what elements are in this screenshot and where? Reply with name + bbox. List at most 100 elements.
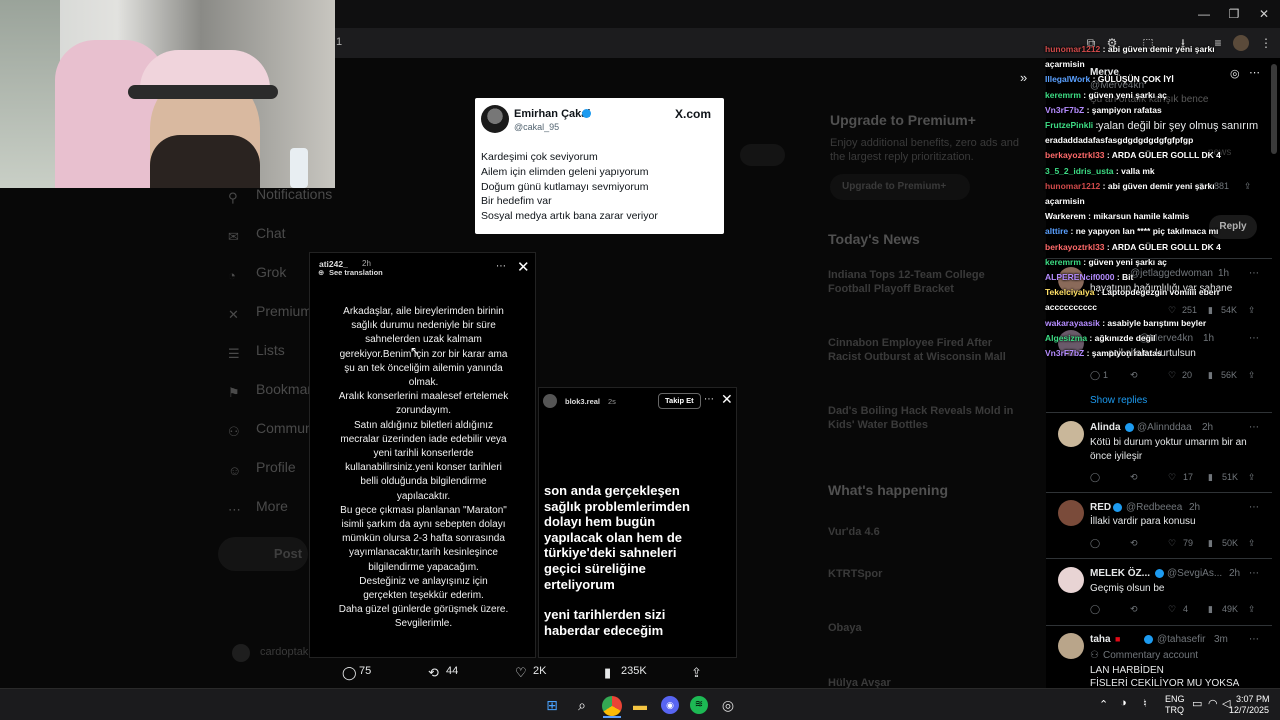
avatar[interactable] [1058, 633, 1084, 659]
chrome-icon[interactable] [602, 696, 622, 716]
network-tray-icon[interactable]: ◑ [1120, 697, 1127, 709]
more-options-icon[interactable]: ⋯ [704, 394, 714, 405]
views-icon[interactable]: ▮ [1208, 604, 1213, 615]
see-translation-link[interactable]: See translation [329, 268, 383, 277]
wifi-icon[interactable]: ◠ [1208, 697, 1218, 710]
sidebar-item-profile[interactable]: Profile [256, 459, 296, 475]
reply-icon[interactable]: ◯ [1090, 538, 1100, 549]
bg-follow-button [740, 144, 785, 166]
clock-date[interactable]: 12/7/2025 [1229, 705, 1269, 715]
reply-icon[interactable]: ◯ [342, 665, 357, 681]
like-icon[interactable]: ♡ [1168, 472, 1176, 483]
sidebar-item-grok[interactable]: Grok [256, 264, 286, 280]
chat-message: keremrm : güven yeni şarkı aç [1045, 90, 1167, 100]
chat-text: asabiyle barıştımı beyler [1107, 317, 1207, 328]
tray-chevron-icon[interactable]: ⌃ [1099, 698, 1108, 711]
show-replies-link[interactable]: Show replies [1090, 395, 1147, 406]
reply-text: LAN HARBİDEN [1090, 665, 1164, 676]
more-options-icon[interactable]: ⋯ [1249, 568, 1259, 579]
like-icon[interactable]: ♡ [515, 665, 527, 681]
sidebar-item-chat[interactable]: Chat [256, 225, 286, 241]
story-line: belli olduğunda bilgilendirme [360, 476, 487, 488]
share-icon[interactable]: ⇪ [1248, 370, 1256, 381]
repost-icon[interactable]: ⟲ [1130, 604, 1138, 615]
like-icon[interactable]: ♡ [1168, 370, 1176, 381]
search-icon[interactable]: ⌕ [573, 696, 591, 714]
close-icon[interactable]: ✕ [721, 391, 733, 408]
story-text: Arkadaşlar, aile bireylerimden birinin s… [322, 305, 525, 632]
user-avatar[interactable] [232, 644, 250, 662]
like-count: 2K [533, 665, 547, 677]
chat-text: şampiyon rafatas [1091, 104, 1162, 115]
reply-author-name[interactable]: Alinda [1090, 422, 1121, 433]
repost-icon[interactable]: ⟲ [1130, 370, 1138, 381]
story-line: olmak. [408, 377, 439, 389]
avatar[interactable] [1058, 500, 1084, 526]
spotify-icon[interactable]: ≋ [690, 696, 708, 714]
more-options-icon[interactable]: ⋯ [1249, 634, 1259, 645]
repost-icon[interactable]: ⟲ [1130, 538, 1138, 549]
chat-text: açarmisin [1045, 59, 1085, 70]
more-options-icon[interactable]: ⋯ [1249, 422, 1259, 433]
more-options-icon[interactable]: ⋯ [496, 261, 506, 272]
sidebar-item-more[interactable]: More [256, 498, 288, 514]
reply-icon[interactable]: ◯ [1090, 370, 1100, 381]
like-icon[interactable]: ♡ [1168, 604, 1176, 615]
sidebar-item-premium[interactable]: Premium [256, 303, 312, 319]
chat-message: eradaddadafasfasgdgdgdgdgfgfpfgp [1045, 135, 1193, 145]
clock-time[interactable]: 3:07 PM [1236, 694, 1270, 704]
post-button[interactable]: Post [218, 537, 308, 571]
views-icon[interactable]: ▮ [1208, 472, 1213, 483]
views-icon[interactable]: ▮ [1208, 370, 1213, 381]
windows-start-icon[interactable]: ⊞ [543, 696, 561, 714]
language-secondary[interactable]: TRQ [1165, 705, 1184, 715]
chat-text: güven yeni şarkı aç [1088, 89, 1167, 100]
close-window-icon[interactable]: ✕ [1257, 7, 1271, 21]
more-options-icon[interactable]: ⋯ [1249, 502, 1259, 513]
close-icon[interactable]: ✕ [517, 258, 530, 276]
bg-news-item: Indiana Tops 12-Team College Football Pl… [828, 269, 985, 295]
minimize-icon[interactable]: — [1197, 7, 1211, 21]
file-explorer-icon[interactable]: ▬ [631, 696, 649, 714]
display-icon[interactable]: ▭ [1192, 697, 1202, 710]
reply-author-handle: @Redbeeea [1126, 502, 1183, 513]
views-icon[interactable]: ▮ [604, 665, 611, 681]
chat-message: Warkerem : mikarsun hamile kalmis [1045, 211, 1189, 221]
reply-icon[interactable]: ◯ [1090, 472, 1100, 483]
collapse-icon[interactable]: » [1020, 70, 1027, 85]
maximize-icon[interactable]: ❐ [1227, 7, 1241, 21]
avatar[interactable] [1058, 421, 1084, 447]
reply-text: Geçmiş olsun be [1090, 583, 1165, 594]
views-icon[interactable]: ▮ [1208, 538, 1213, 549]
discord-icon[interactable]: ◉ [661, 696, 679, 714]
microphone-icon[interactable]: ♮ [1143, 697, 1147, 710]
reply-author-handle: @tahasefir [1157, 634, 1206, 645]
chat-message: açarmisin [1045, 196, 1085, 206]
share-icon[interactable]: ⇪ [1248, 538, 1256, 549]
repost-icon[interactable]: ⟲ [1130, 472, 1138, 483]
flag-icon: ■ [1115, 634, 1121, 644]
reply-author-name[interactable]: RED [1090, 502, 1111, 513]
reply-author-name[interactable]: taha [1090, 634, 1111, 645]
share-icon[interactable]: ⇪ [691, 665, 702, 681]
reply-icon[interactable]: ◯ [1090, 604, 1100, 615]
story-line: mümkün olursa 2-3 hafta sonrasında [342, 533, 505, 545]
story-line: sahnelerden uzak kalmam [365, 334, 482, 346]
story-line: Bu gece çıkması planlanan "Maraton" [340, 504, 507, 516]
share-icon[interactable]: ⇪ [1248, 472, 1256, 483]
sidebar-item-notifications[interactable]: Notifications [256, 186, 332, 202]
reply-author-name[interactable]: MELEK ÖZ... [1090, 568, 1150, 579]
sidebar-item-lists[interactable]: Lists [256, 342, 285, 358]
obs-icon[interactable]: ◎ [719, 696, 737, 714]
avatar[interactable] [1058, 567, 1084, 593]
repost-icon[interactable]: ⟲ [428, 665, 439, 681]
user-name[interactable]: cardoptak [260, 646, 308, 658]
tweet-author-handle: @cakal_95 [514, 122, 560, 132]
follow-button[interactable]: Takip Et [658, 393, 701, 409]
like-icon[interactable]: ♡ [1168, 538, 1176, 549]
story-line: Daha güzel günlerde görüşmek üzere. [338, 604, 509, 616]
chat-text: güven yeni şarkı aç [1088, 256, 1167, 267]
share-icon[interactable]: ⇪ [1248, 604, 1256, 615]
language-primary[interactable]: ENG [1165, 694, 1185, 704]
premium-x-icon: ✕ [228, 307, 239, 322]
